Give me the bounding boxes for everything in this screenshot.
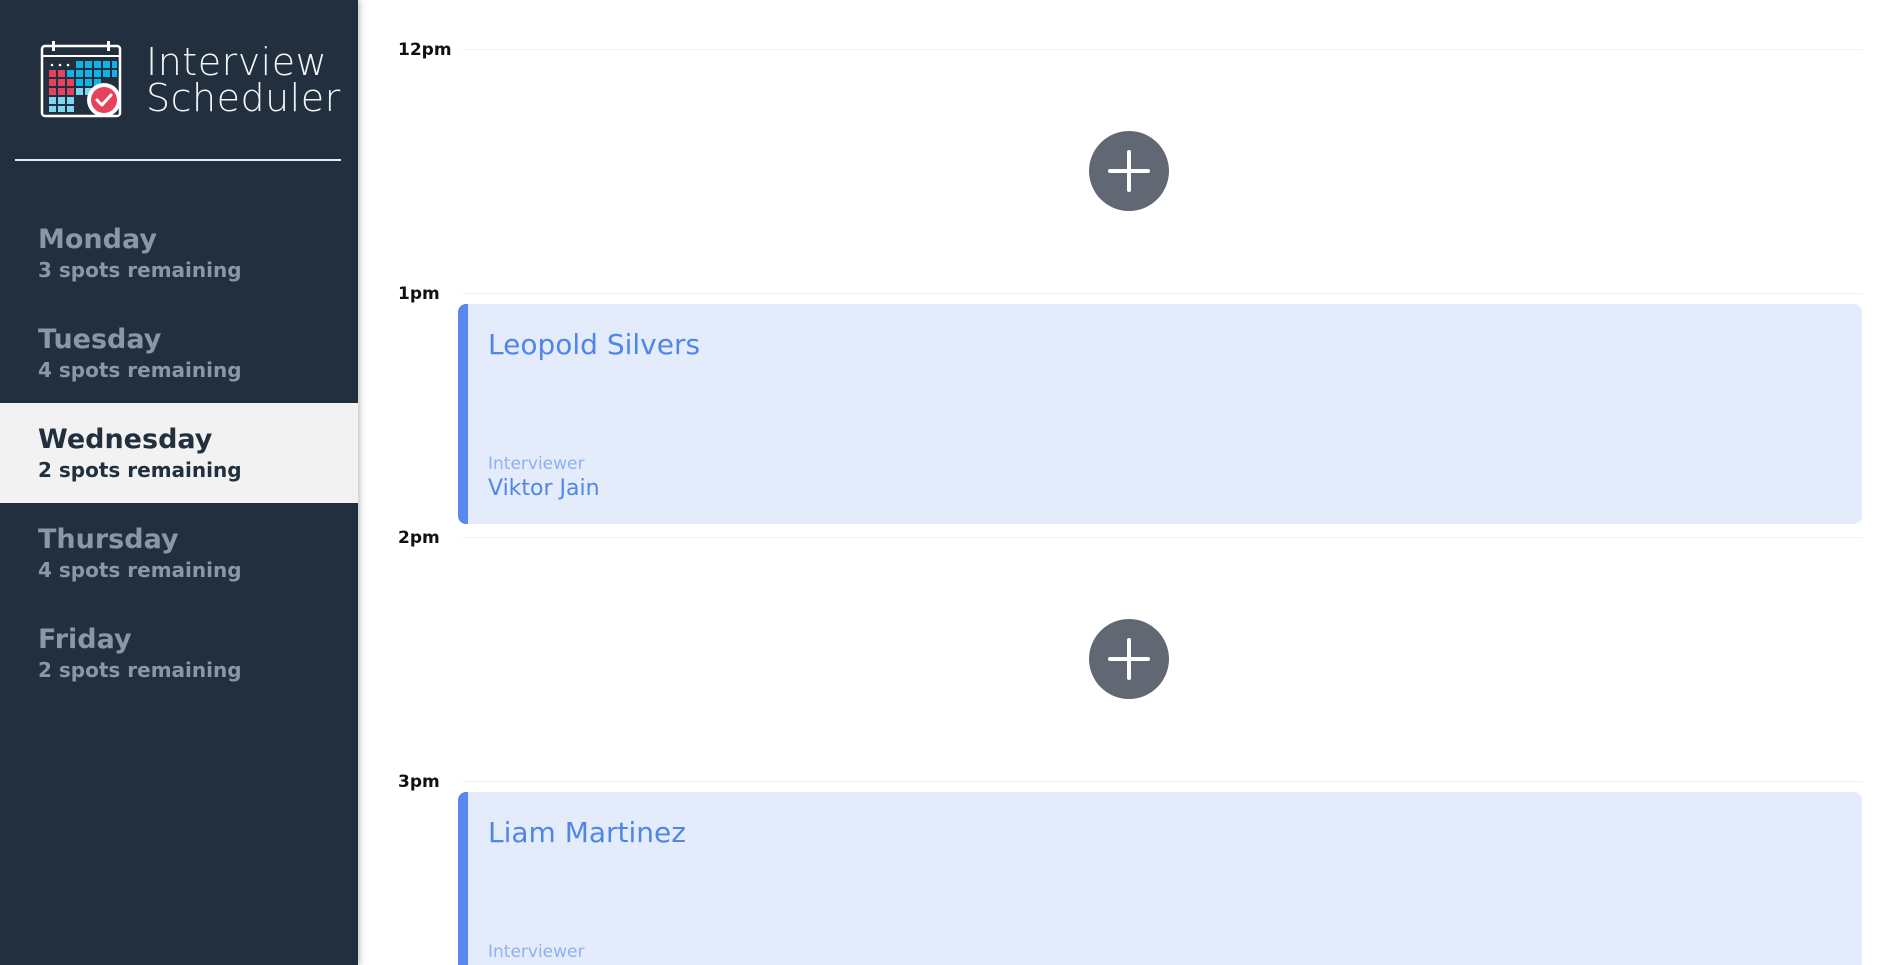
day-name: Friday — [38, 624, 132, 655]
student-name: Liam Martinez — [488, 816, 686, 849]
slot-time: 3pm — [398, 772, 440, 792]
day-name: Thursday — [38, 524, 179, 555]
calendar-logo-icon — [40, 41, 122, 118]
day-spots: 4 spots remaining — [38, 358, 242, 382]
plus-icon — [1108, 638, 1150, 680]
interviewer-label: Interviewer — [488, 942, 585, 962]
day-name: Wednesday — [38, 424, 213, 455]
slot-separator — [462, 293, 1862, 294]
slot-3pm: 3pm Liam Martinez Interviewer — [358, 732, 1900, 965]
day-item-monday[interactable]: Monday 3 spots remaining — [0, 203, 358, 303]
plus-icon — [1108, 150, 1150, 192]
day-name: Tuesday — [38, 324, 162, 355]
app-title-line2: Scheduler — [146, 76, 341, 120]
brand: Interview Scheduler — [40, 40, 341, 120]
slot-separator — [462, 537, 1862, 538]
slot-12pm: 12pm — [358, 0, 1900, 243]
student-name: Leopold Silvers — [488, 328, 701, 361]
slot-2pm: 2pm — [358, 488, 1900, 731]
slot-time: 2pm — [398, 528, 440, 548]
day-spots: 2 spots remaining — [38, 658, 242, 682]
appointment-card[interactable]: Liam Martinez Interviewer — [458, 792, 1862, 965]
add-appointment-button[interactable] — [1089, 131, 1169, 211]
app-title: Interview Scheduler — [146, 40, 341, 120]
day-spots: 3 spots remaining — [38, 258, 242, 282]
day-spots: 2 spots remaining — [38, 458, 242, 482]
day-item-friday[interactable]: Friday 2 spots remaining — [0, 603, 358, 703]
day-item-thursday[interactable]: Thursday 4 spots remaining — [0, 503, 358, 603]
slot-1pm: 1pm Leopold Silvers Interviewer Viktor J… — [358, 244, 1900, 524]
day-spots: 4 spots remaining — [38, 558, 242, 582]
day-list: Monday 3 spots remaining Tuesday 4 spots… — [0, 203, 358, 703]
app-title-line1: Interview — [146, 40, 328, 84]
add-appointment-button[interactable] — [1089, 619, 1169, 699]
sidebar: Interview Scheduler Monday 3 spots remai… — [0, 0, 358, 965]
slot-separator — [462, 781, 1862, 782]
interviewer-label: Interviewer — [488, 454, 585, 474]
day-item-tuesday[interactable]: Tuesday 4 spots remaining — [0, 303, 358, 403]
sidebar-divider — [15, 159, 341, 161]
slot-time: 12pm — [398, 40, 452, 60]
day-item-wednesday[interactable]: Wednesday 2 spots remaining — [0, 403, 358, 503]
slot-separator — [462, 49, 1862, 50]
schedule: 12pm 1pm Leopold Silvers Interviewer Vik… — [358, 0, 1900, 965]
slot-time: 1pm — [398, 284, 440, 304]
day-name: Monday — [38, 224, 157, 255]
